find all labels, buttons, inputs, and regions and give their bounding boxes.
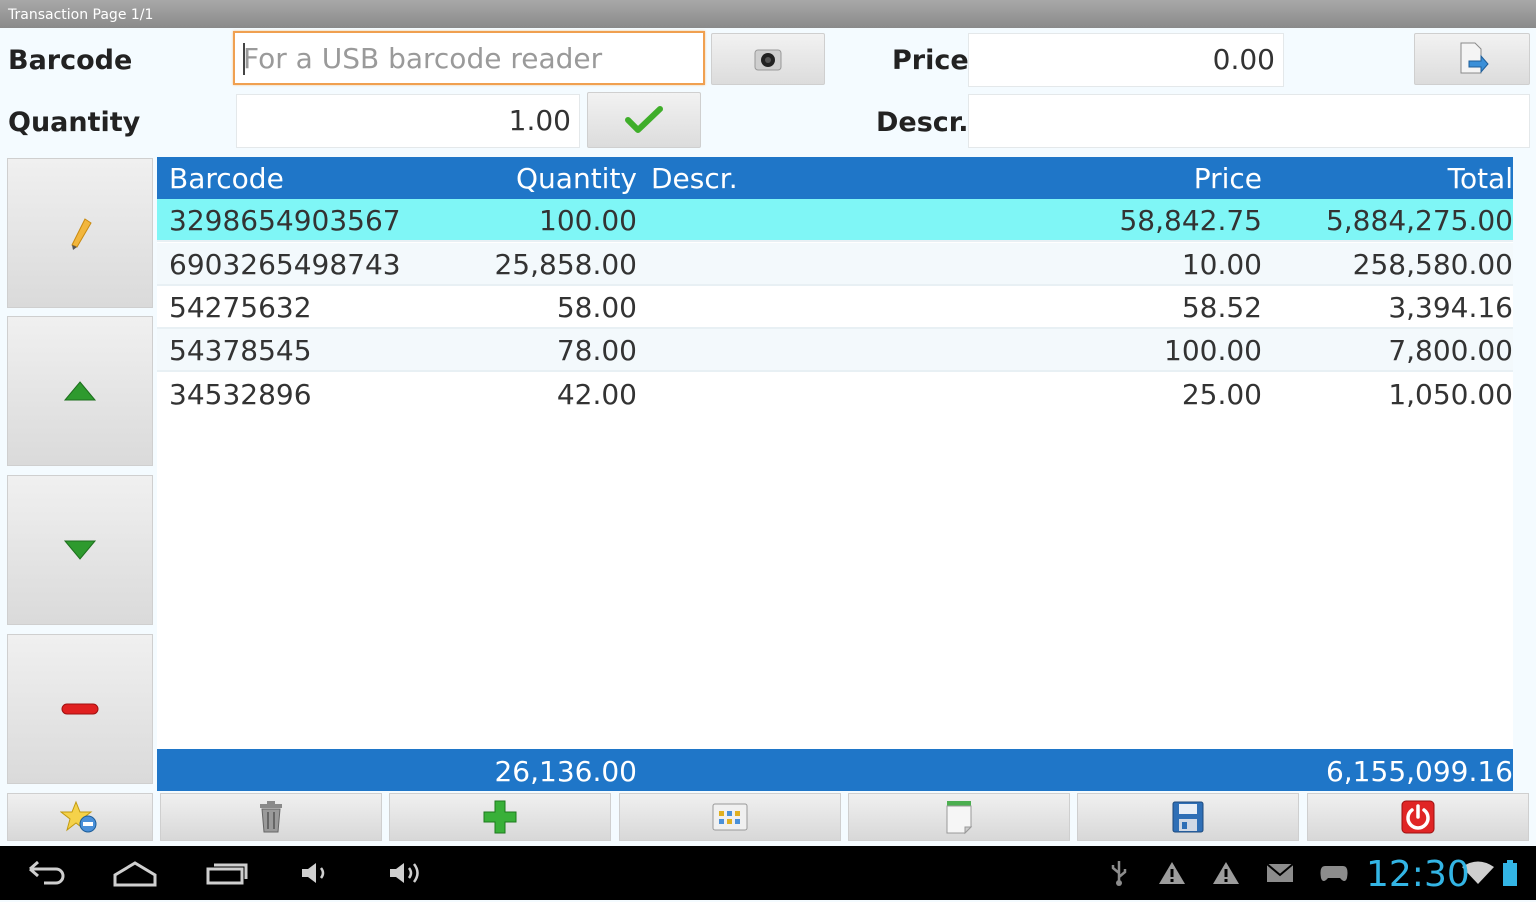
- descr-input[interactable]: [968, 94, 1530, 148]
- cell-quantity: 100.00: [539, 204, 637, 237]
- export-document-icon: [1460, 42, 1489, 74]
- export-button[interactable]: [1414, 33, 1530, 85]
- quantity-row: Quantity 1.00 Descr.: [0, 92, 1536, 154]
- recent-apps-icon[interactable]: [204, 854, 250, 892]
- warning-icon: [1156, 854, 1188, 892]
- power-off-icon: [1401, 800, 1435, 834]
- trash-icon: [260, 801, 282, 833]
- barcode-placeholder: For a USB barcode reader: [243, 42, 603, 75]
- move-up-button[interactable]: [7, 316, 153, 466]
- cell-total: 7,800.00: [1388, 334, 1513, 367]
- back-icon[interactable]: [24, 854, 68, 892]
- add-item-button[interactable]: [389, 793, 611, 841]
- footer-grand-total: 6,155,099.16: [1325, 755, 1513, 788]
- delete-all-button[interactable]: [160, 793, 382, 841]
- cell-price: 10.00: [1181, 248, 1262, 281]
- exit-button[interactable]: [1307, 793, 1529, 841]
- add-plus-icon: [483, 800, 517, 834]
- cell-quantity: 42.00: [556, 378, 637, 411]
- cell-barcode: 3298654903567: [169, 204, 401, 237]
- remove-minus-icon: [61, 703, 99, 715]
- camera-scan-button[interactable]: [711, 33, 825, 85]
- window-title: Transaction Page 1/1: [0, 0, 1536, 28]
- cell-total: 1,050.00: [1388, 378, 1513, 411]
- calculator-button[interactable]: [619, 793, 841, 841]
- cell-quantity: 25,858.00: [494, 248, 637, 281]
- save-button[interactable]: [1077, 793, 1299, 841]
- cell-total: 258,580.00: [1352, 248, 1513, 281]
- table-footer-totals: 26,136.00 6,155,099.16: [157, 749, 1513, 791]
- price-input[interactable]: 0.00: [968, 33, 1284, 87]
- battery-icon: [1498, 854, 1522, 892]
- barcode-input[interactable]: For a USB barcode reader: [233, 31, 705, 85]
- cell-price: 25.00: [1181, 378, 1262, 411]
- arrow-down-icon: [63, 540, 97, 560]
- cell-price: 58,842.75: [1119, 204, 1262, 237]
- confirm-button[interactable]: [587, 92, 701, 148]
- cell-price: 100.00: [1164, 334, 1262, 367]
- barcode-row: Barcode For a USB barcode reader Price 0…: [0, 30, 1536, 92]
- favorites-button[interactable]: [7, 793, 153, 841]
- header-total[interactable]: Total: [1277, 157, 1513, 201]
- table-row[interactable]: 3298654903567 100.00 58,842.75 5,884,275…: [157, 199, 1513, 242]
- price-label: Price: [892, 45, 969, 76]
- table-row[interactable]: 6903265498743 25,858.00 10.00 258,580.00: [157, 243, 1513, 286]
- arrow-up-icon: [63, 381, 97, 401]
- notes-button[interactable]: [848, 793, 1070, 841]
- cell-barcode: 54275632: [169, 291, 312, 324]
- cell-quantity: 58.00: [556, 291, 637, 324]
- favorites-star-icon: [60, 800, 97, 833]
- cell-barcode: 6903265498743: [169, 248, 401, 281]
- cell-barcode: 34532896: [169, 378, 312, 411]
- table-header: Barcode Quantity Descr. Price Total: [157, 157, 1513, 199]
- header-price[interactable]: Price: [1057, 157, 1262, 201]
- table-row[interactable]: 34532896 42.00 25.00 1,050.00: [157, 373, 1513, 416]
- home-icon[interactable]: [112, 854, 158, 892]
- cell-quantity: 78.00: [556, 334, 637, 367]
- calculator-icon: [712, 803, 748, 831]
- text-caret: [243, 43, 245, 75]
- cell-total: 5,884,275.00: [1325, 204, 1513, 237]
- cell-total: 3,394.16: [1388, 291, 1513, 324]
- move-down-button[interactable]: [7, 475, 153, 625]
- descr-label: Descr.: [876, 107, 969, 138]
- notes-icon: [946, 801, 973, 835]
- warning-icon: [1210, 854, 1242, 892]
- cell-barcode: 54378545: [169, 334, 312, 367]
- table-row[interactable]: 54275632 58.00 58.52 3,394.16: [157, 286, 1513, 329]
- system-navigation-bar: [0, 846, 1536, 900]
- transaction-table: Barcode Quantity Descr. Price Total 3298…: [157, 157, 1513, 791]
- volume-up-icon[interactable]: [386, 854, 426, 892]
- quantity-input[interactable]: 1.00: [236, 94, 580, 148]
- edit-button[interactable]: [7, 158, 153, 308]
- edit-pencil-icon: [71, 218, 92, 250]
- barcode-label: Barcode: [8, 45, 133, 76]
- cell-price: 58.52: [1181, 291, 1262, 324]
- volume-down-icon[interactable]: [298, 854, 332, 892]
- header-barcode[interactable]: Barcode: [169, 157, 284, 201]
- gamepad-icon: [1318, 854, 1350, 892]
- table-row[interactable]: 54378545 78.00 100.00 7,800.00: [157, 329, 1513, 372]
- usb-icon: [1106, 854, 1132, 892]
- remove-item-button[interactable]: [7, 634, 153, 784]
- header-descr[interactable]: Descr.: [651, 157, 738, 201]
- quantity-label: Quantity: [8, 107, 141, 138]
- header-quantity[interactable]: Quantity: [457, 157, 637, 201]
- checkmark-icon: [625, 106, 663, 133]
- camera-icon: [754, 49, 782, 71]
- save-disk-icon: [1172, 801, 1204, 833]
- mail-icon: [1264, 854, 1296, 892]
- footer-quantity-total: 26,136.00: [494, 755, 637, 788]
- status-clock: 12:30: [1366, 854, 1470, 895]
